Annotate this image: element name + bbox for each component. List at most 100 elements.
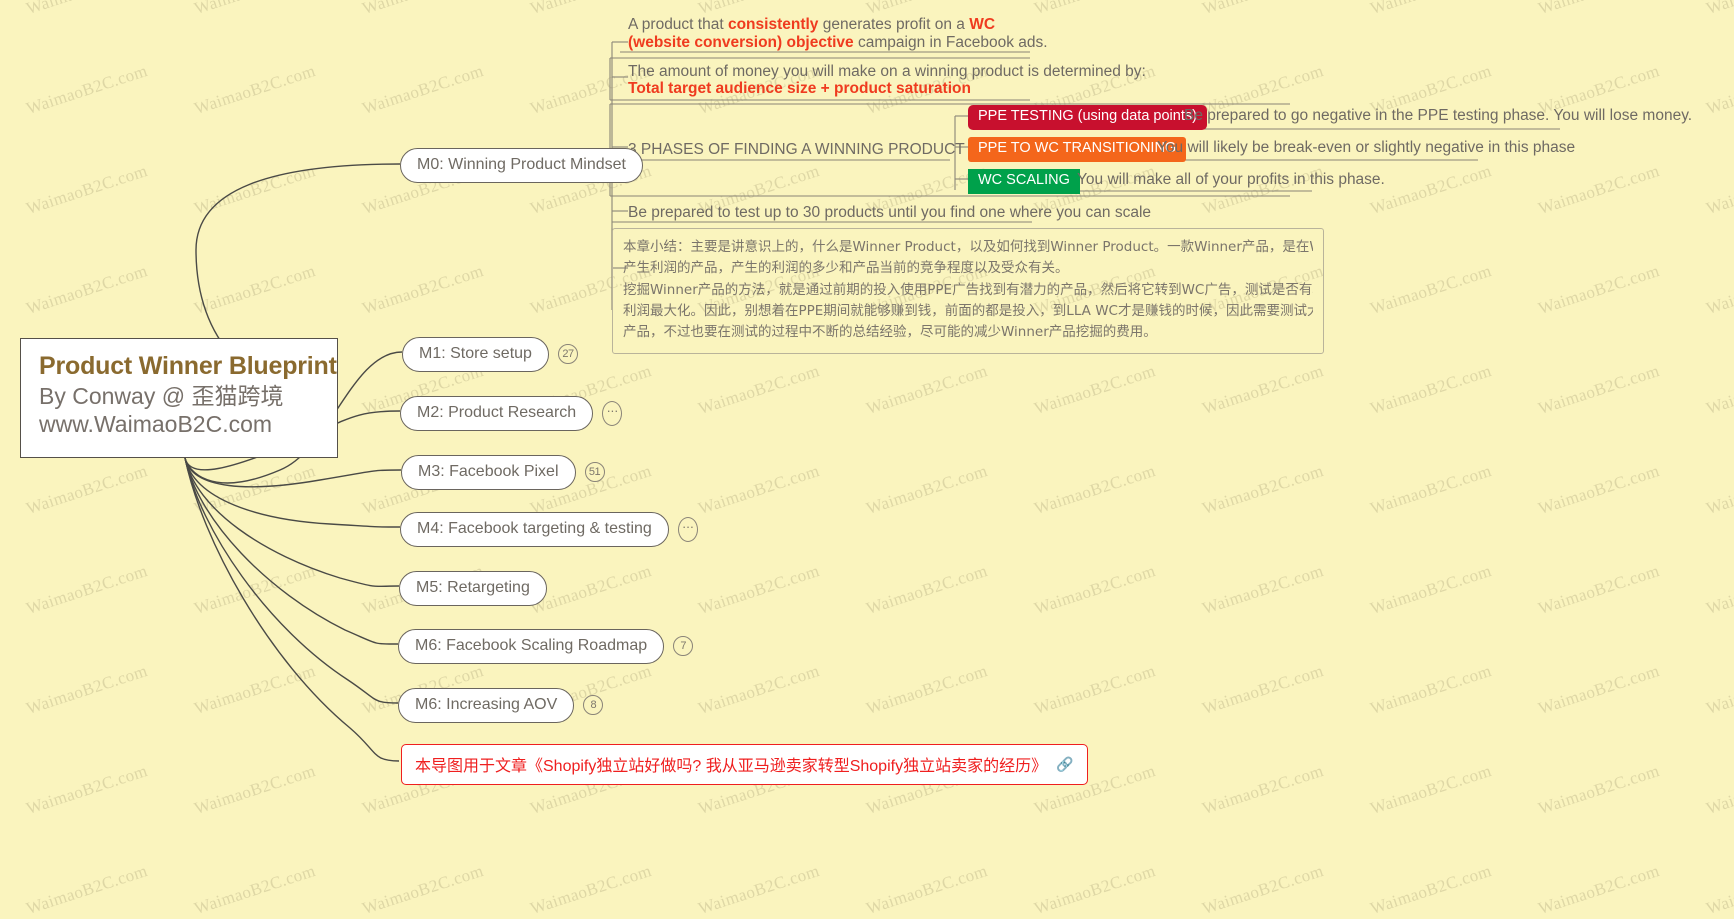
- module-label-m6-scaling: M6: Facebook Scaling Roadmap: [398, 629, 665, 664]
- watermark-text: WaimaoB2C.com: [191, 861, 318, 919]
- watermark-text: WaimaoB2C.com: [23, 661, 150, 719]
- watermark-text: WaimaoB2C.com: [1703, 361, 1734, 419]
- module-node-m5[interactable]: M5: Retargeting: [399, 571, 547, 606]
- watermark-text: WaimaoB2C.com: [1367, 161, 1494, 219]
- watermark-text: WaimaoB2C.com: [1031, 661, 1158, 719]
- watermark-text: WaimaoB2C.com: [527, 561, 654, 619]
- definition-hl-consistently: consistently: [727, 16, 819, 33]
- phase-node-ppe-testing[interactable]: PPE TESTING (using data points): [968, 105, 1207, 130]
- watermark-text: WaimaoB2C.com: [695, 561, 822, 619]
- watermark-text: WaimaoB2C.com: [23, 61, 150, 119]
- definition-text-a: A product that: [628, 16, 728, 33]
- summary-line-2: 产生利润的产品，产生的利润的多少和产品当前的竞争程度以及受众有关。: [623, 260, 1069, 277]
- watermark-text: WaimaoB2C.com: [1703, 661, 1734, 719]
- root-title: Product Winner Blueprint: [39, 352, 337, 380]
- watermark-text: WaimaoB2C.com: [359, 861, 486, 919]
- module-badge-m4[interactable]: ···: [677, 516, 698, 542]
- watermark-text: WaimaoB2C.com: [695, 661, 822, 719]
- watermark-text: WaimaoB2C.com: [1199, 161, 1326, 219]
- module-node-m6-scaling[interactable]: M6: Facebook Scaling Roadmap 7: [398, 629, 694, 664]
- phase-node-wc-scaling[interactable]: WC SCALING: [968, 169, 1080, 194]
- watermark-text: WaimaoB2C.com: [1199, 461, 1326, 519]
- watermark-text: WaimaoB2C.com: [1031, 361, 1158, 419]
- watermark-text: WaimaoB2C.com: [359, 61, 486, 119]
- phase-node-ppe-transition[interactable]: PPE TO WC TRANSITIONING: [968, 137, 1187, 162]
- chinese-summary-block: 本章小结：主要是讲意识上的，什么是Winner Product，以及如何找到Wi…: [612, 228, 1324, 354]
- watermark-text: WaimaoB2C.com: [1535, 761, 1662, 819]
- phase-tag-wc-scaling: WC SCALING: [968, 169, 1080, 194]
- watermark-text: WaimaoB2C.com: [1703, 561, 1734, 619]
- watermark-text: WaimaoB2C.com: [191, 161, 318, 219]
- phase-desc-ppe-testing: Be prepared to go negative in the PPE te…: [1184, 107, 1693, 124]
- definition-hl-objective: (website conversion) objective: [628, 34, 854, 51]
- watermark-text: WaimaoB2C.com: [1703, 61, 1734, 119]
- module-node-m2[interactable]: M2: Product Research ···: [400, 396, 623, 431]
- watermark-text: WaimaoB2C.com: [191, 561, 318, 619]
- watermark-text: WaimaoB2C.com: [1367, 661, 1494, 719]
- watermark-text: WaimaoB2C.com: [191, 261, 318, 319]
- summary-line-3: 挖掘Winner产品的方法，就是通过前期的投入使用PPE广告找到有潜力的产品，然…: [623, 281, 1313, 298]
- watermark-text: WaimaoB2C.com: [1199, 661, 1326, 719]
- watermark-text: WaimaoB2C.com: [1535, 561, 1662, 619]
- watermark-text: WaimaoB2C.com: [1367, 761, 1494, 819]
- watermark-text: WaimaoB2C.com: [1199, 561, 1326, 619]
- watermark-text: WaimaoB2C.com: [695, 361, 822, 419]
- summary-line-1: 本章小结：主要是讲意识上的，什么是Winner Product，以及如何找到Wi…: [623, 239, 1313, 255]
- link-icon[interactable]: 🔗: [1056, 756, 1073, 773]
- module-node-m4[interactable]: M4: Facebook targeting & testing ···: [400, 512, 698, 547]
- watermark-text: WaimaoB2C.com: [1367, 361, 1494, 419]
- watermark-text: WaimaoB2C.com: [1031, 461, 1158, 519]
- watermark-text: WaimaoB2C.com: [1199, 361, 1326, 419]
- watermark-text: WaimaoB2C.com: [1535, 661, 1662, 719]
- watermark-text: WaimaoB2C.com: [1031, 861, 1158, 919]
- module-badge-m1[interactable]: 27: [557, 344, 578, 365]
- root-node[interactable]: Product Winner Blueprint By Conway @ 歪猫跨…: [20, 338, 338, 458]
- watermark-text: WaimaoB2C.com: [1367, 561, 1494, 619]
- watermark-text: WaimaoB2C.com: [191, 761, 318, 819]
- money-line-2: Total target audience size + product sat…: [628, 80, 971, 97]
- watermark-text: WaimaoB2C.com: [1535, 461, 1662, 519]
- module-badge-m3[interactable]: 51: [584, 462, 605, 483]
- watermark-text: WaimaoB2C.com: [1199, 861, 1326, 919]
- watermark-text: WaimaoB2C.com: [23, 461, 150, 519]
- watermark-text: WaimaoB2C.com: [863, 361, 990, 419]
- watermark-text: WaimaoB2C.com: [863, 461, 990, 519]
- definition-line-2: (website conversion) objective campaign …: [628, 33, 1048, 54]
- module-node-m3[interactable]: M3: Facebook Pixel 51: [401, 455, 605, 490]
- watermark-text: WaimaoB2C.com: [191, 61, 318, 119]
- watermark-text: WaimaoB2C.com: [1703, 761, 1734, 819]
- watermark-text: WaimaoB2C.com: [23, 761, 150, 819]
- watermark-text: WaimaoB2C.com: [1367, 461, 1494, 519]
- watermark-text: WaimaoB2C.com: [360, 0, 486, 19]
- watermark-text: WaimaoB2C.com: [23, 261, 150, 319]
- module-badge-m6-scaling[interactable]: 7: [673, 636, 694, 657]
- module-label-m3: M3: Facebook Pixel: [401, 455, 576, 490]
- watermark-text: WaimaoB2C.com: [23, 161, 150, 219]
- phase-desc-ppe-transition: You will likely be break-even or slightl…: [1157, 139, 1576, 156]
- definition-hl-wc: WC: [969, 16, 996, 33]
- module-badge-m6-aov[interactable]: 8: [583, 695, 604, 716]
- article-reference-node[interactable]: 本导图用于文章《Shopify独立站好做吗? 我从亚马逊卖家转型Shopify独…: [401, 744, 1088, 785]
- module-label-m6-aov: M6: Increasing AOV: [398, 688, 575, 723]
- test-products-note: Be prepared to test up to 30 products un…: [628, 204, 1152, 221]
- phase-tag-ppe-transition: PPE TO WC TRANSITIONING: [968, 137, 1187, 162]
- summary-line-5: 产品，不过也要在测试的过程中不断的总结经验，尽可能的减少Winner产品挖掘的费…: [623, 324, 1157, 341]
- module-node-m6-aov[interactable]: M6: Increasing AOV 8: [398, 688, 604, 723]
- phase-tag-ppe-testing: PPE TESTING (using data points): [968, 105, 1207, 130]
- watermark-text: WaimaoB2C.com: [863, 561, 990, 619]
- root-website: www.WaimaoB2C.com: [39, 411, 273, 438]
- phase-desc-wc-scaling: You will make all of your profits in thi…: [1077, 171, 1385, 188]
- module-node-m0[interactable]: M0: Winning Product Mindset: [400, 148, 643, 183]
- definition-text-c: campaign in Facebook ads.: [853, 34, 1048, 51]
- watermark-text: WaimaoB2C.com: [1535, 861, 1662, 919]
- watermark-text: WaimaoB2C.com: [1199, 761, 1326, 819]
- watermark-text: WaimaoB2C.com: [1703, 261, 1734, 319]
- module-node-m1[interactable]: M1: Store setup 27: [402, 337, 578, 372]
- module-badge-m2[interactable]: ···: [602, 400, 623, 426]
- watermark-text: WaimaoB2C.com: [192, 0, 318, 19]
- definition-text-b: generates profit on a: [818, 16, 970, 33]
- watermark-text: WaimaoB2C.com: [863, 661, 990, 719]
- watermark-text: WaimaoB2C.com: [695, 861, 822, 919]
- watermark-text: WaimaoB2C.com: [1535, 361, 1662, 419]
- watermark-text: WaimaoB2C.com: [1703, 161, 1734, 219]
